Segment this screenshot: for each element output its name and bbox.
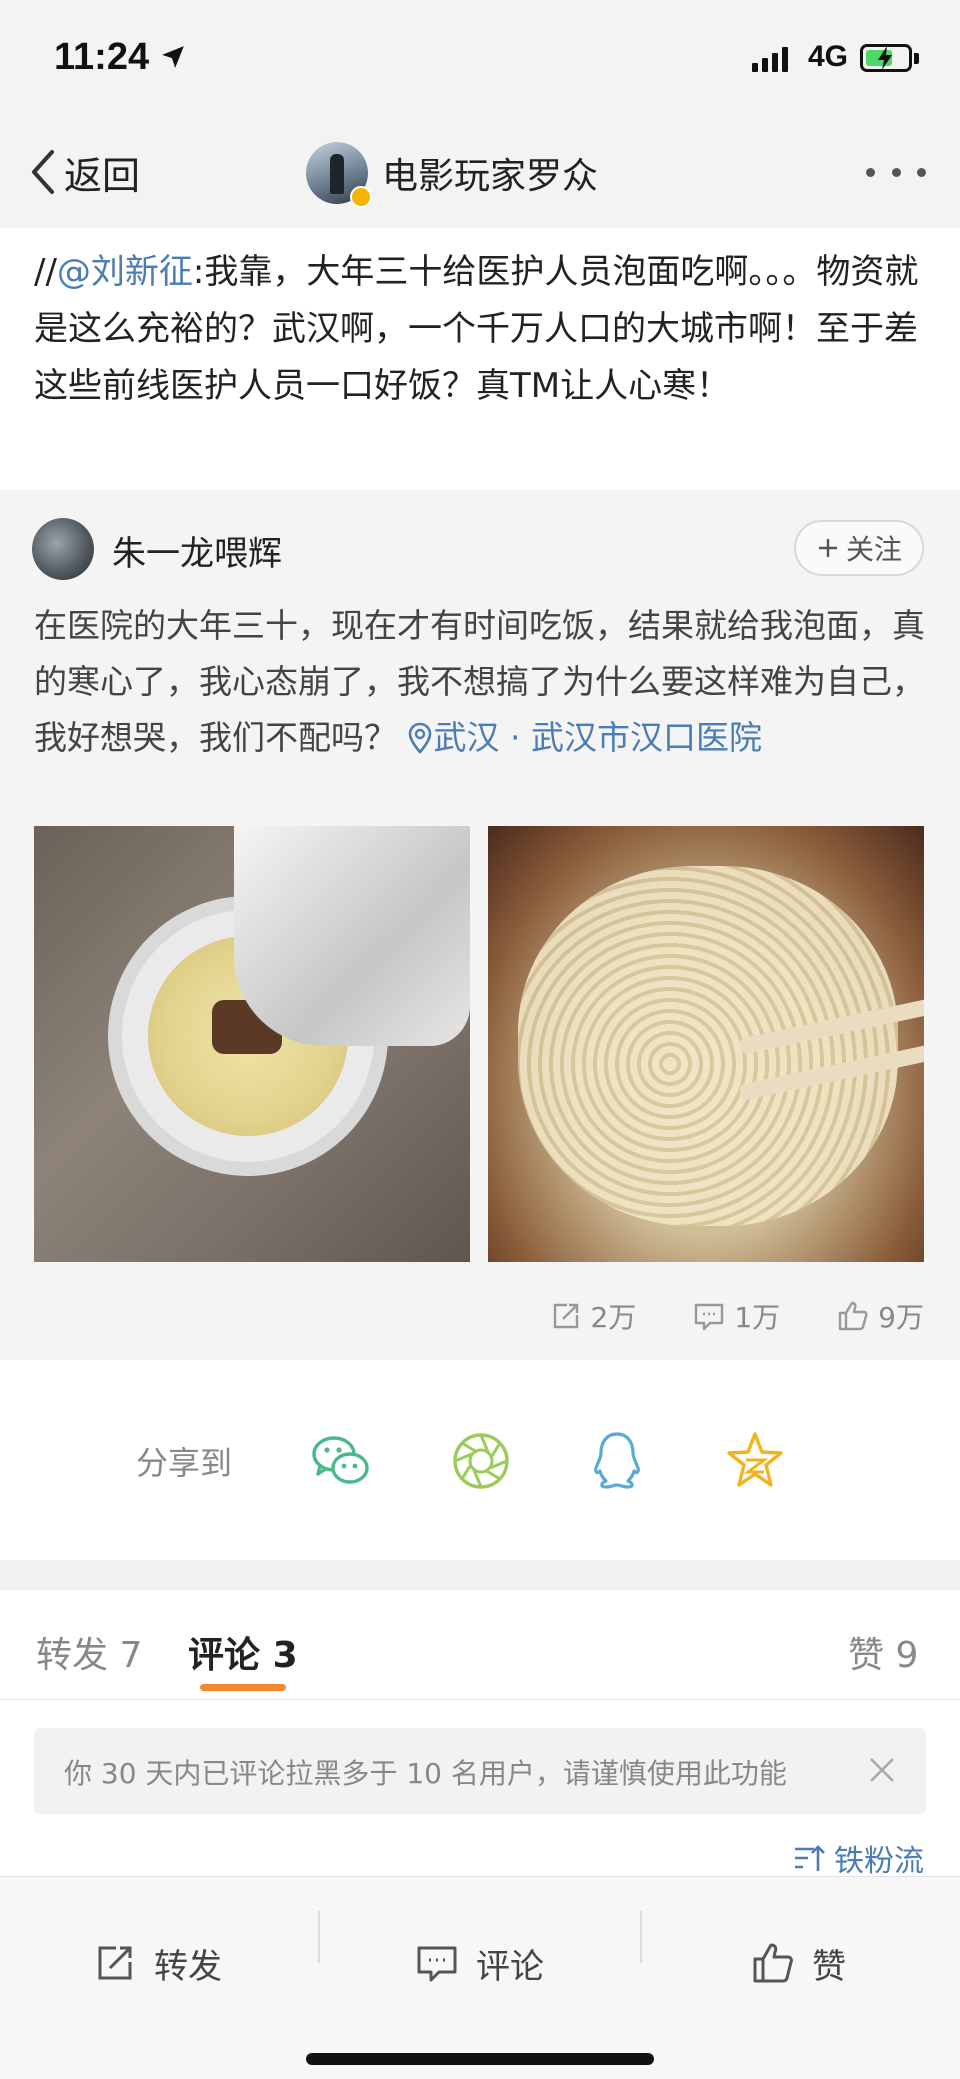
repost-prefix: // [34, 252, 57, 292]
original-author-name[interactable]: 朱一龙喂辉 [112, 526, 282, 575]
plus-icon [818, 539, 837, 557]
moments-icon[interactable] [448, 1428, 514, 1494]
share-label: 分享到 [136, 1444, 233, 1482]
more-options-icon[interactable] [866, 160, 926, 184]
comment-icon [417, 1946, 457, 1982]
tab-comment[interactable]: 评论 3 [188, 1626, 298, 1678]
network-type: 4G [808, 40, 849, 73]
location-arrow-icon [162, 46, 184, 68]
sort-icon [795, 1845, 825, 1871]
repost-count-button[interactable]: 2万 [549, 1296, 637, 1336]
nav-profile[interactable]: 电影玩家罗众 [306, 138, 598, 208]
chevron-left-icon [32, 150, 54, 194]
battery-cap [914, 53, 919, 64]
charging-bolt-icon [878, 46, 892, 70]
tab-repost-label: 转发 [36, 1635, 109, 1676]
mention-link[interactable]: @刘新征 [57, 252, 193, 292]
tab-like[interactable]: 赞 9 [848, 1626, 918, 1678]
page-title: 电影玩家罗众 [382, 156, 599, 197]
bottom-repost-button[interactable]: 转发 [92, 1933, 222, 1993]
bottom-comment-button[interactable]: 评论 [414, 1933, 544, 1993]
section-divider [0, 1560, 960, 1590]
like-count-button[interactable]: 9万 [836, 1296, 924, 1336]
follow-button[interactable]: 关注 [794, 520, 924, 576]
tab-like-count: 9 [895, 1635, 919, 1676]
post-stats: 2万 1万 9万 [549, 1296, 924, 1336]
thumbs-up-icon [838, 1301, 868, 1331]
repost-count: 2万 [590, 1301, 637, 1334]
location-label: 武汉 · 武汉市汉口医院 [433, 718, 762, 757]
post-image-noodle-cup[interactable] [34, 826, 470, 1262]
comment-count-button[interactable]: 1万 [692, 1296, 780, 1336]
notice-text: 你 30 天内已评论拉黑多于 10 名用户，请谨慎使用此功能 [64, 1757, 787, 1790]
qzone-star-icon[interactable] [722, 1428, 788, 1494]
post-image-noodles-closeup[interactable] [488, 826, 924, 1262]
thumbs-up-icon [753, 1943, 793, 1983]
block-warning-notice: 你 30 天内已评论拉黑多于 10 名用户，请谨慎使用此功能 [34, 1728, 926, 1814]
divider [640, 1911, 642, 1963]
repost-icon [553, 1303, 578, 1329]
original-author-avatar[interactable] [32, 518, 94, 580]
nav-bar: 返回 电影玩家罗众 [0, 120, 960, 228]
comment-icon [695, 1303, 724, 1331]
signal-icon [752, 46, 788, 72]
bottom-like-label: 赞 [812, 1946, 846, 1987]
original-post-text: 在医院的大年三十，现在才有时间吃饭，结果就给我泡面，真的寒心了，我心态崩了，我不… [34, 598, 926, 766]
status-time: 11:24 [54, 36, 150, 78]
tab-comment-label: 评论 [188, 1635, 261, 1676]
location-pin-icon [408, 722, 431, 754]
tab-like-label: 赞 [848, 1635, 885, 1676]
bottom-repost-label: 转发 [154, 1946, 222, 1987]
back-button[interactable]: 返回 [28, 142, 140, 202]
like-count: 9万 [878, 1301, 924, 1334]
bottom-like-button[interactable]: 赞 [750, 1933, 846, 1993]
comment-count: 1万 [734, 1301, 781, 1334]
tab-bar: 转发 7 评论 3 赞 9 [0, 1590, 960, 1700]
tab-repost-count: 7 [119, 1635, 143, 1676]
follow-label: 关注 [845, 533, 902, 566]
close-icon[interactable] [866, 1754, 898, 1786]
repost-text: //@刘新征:我靠，大年三十给医护人员泡面吃啊。。。物资就是这么充裕的？武汉啊，… [34, 244, 924, 415]
sort-fans-button[interactable]: 铁粉流 [792, 1836, 924, 1880]
avatar[interactable] [306, 142, 372, 208]
bottom-comment-label: 评论 [476, 1946, 544, 1987]
status-bar: 11:24 4G [0, 0, 960, 120]
original-post-card[interactable]: 朱一龙喂辉 关注 在医院的大年三十，现在才有时间吃饭，结果就给我泡面，真的寒心了… [0, 490, 960, 1360]
qq-icon[interactable] [584, 1428, 650, 1494]
active-tab-indicator [200, 1684, 286, 1691]
sort-label: 铁粉流 [834, 1844, 924, 1879]
divider [318, 1911, 320, 1963]
home-indicator [306, 2053, 654, 2065]
location-link[interactable]: 武汉 · 武汉市汉口医院 [408, 718, 762, 757]
verified-badge-icon [350, 186, 372, 208]
back-label: 返回 [64, 153, 141, 198]
wechat-icon[interactable] [308, 1428, 374, 1494]
repost-icon [98, 1946, 132, 1980]
tab-comment-count: 3 [272, 1635, 298, 1676]
bottom-toolbar: 转发 评论 赞 [0, 1876, 960, 2079]
tab-repost[interactable]: 转发 7 [36, 1626, 142, 1678]
share-row: 分享到 [0, 1360, 960, 1560]
